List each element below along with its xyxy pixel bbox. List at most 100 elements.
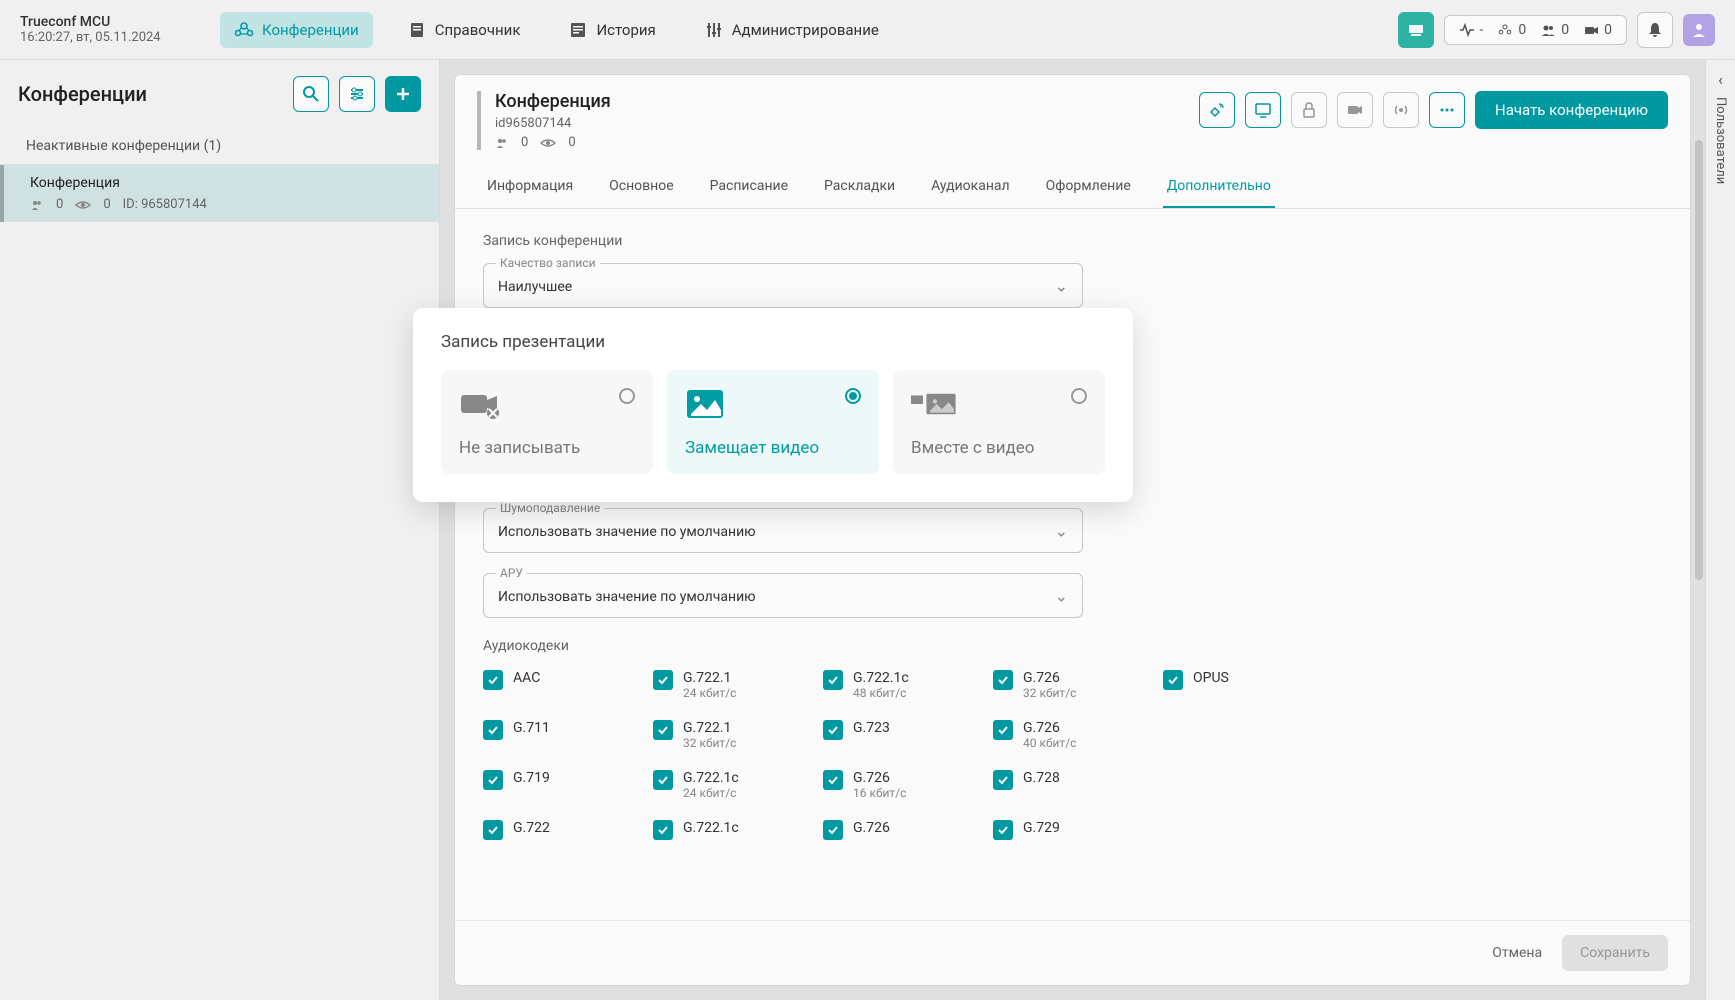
checkbox-icon <box>993 720 1013 740</box>
option-no-record[interactable]: Не записывать <box>441 370 653 474</box>
codec-name: G.726 <box>1023 670 1076 686</box>
codec-item[interactable]: G.729 <box>993 820 1133 840</box>
recording-section-label: Запись конференции <box>483 233 1662 249</box>
codec-name: G.722.1c <box>683 820 739 836</box>
camera-button[interactable] <box>1337 92 1373 128</box>
checkbox-icon <box>823 670 843 690</box>
modal-options: Не записывать Замещает видео Вместе с ви… <box>441 370 1105 474</box>
codec-name: OPUS <box>1193 670 1229 686</box>
checkbox-icon <box>823 820 843 840</box>
codec-item[interactable]: AAC <box>483 670 623 700</box>
codec-grid: AACG.722.124 кбит/сG.722.1c48 кбит/сG.72… <box>483 670 1662 840</box>
tab-info[interactable]: Информация <box>483 166 577 208</box>
presentation-recording-modal: Запись презентации Не записывать Замещае… <box>413 308 1133 502</box>
field-value: Наилучшее <box>498 279 572 295</box>
sidebar-header: Конференции <box>0 60 439 128</box>
broadcast-button[interactable] <box>1383 92 1419 128</box>
panel-tabs: Информация Основное Расписание Раскладки… <box>455 166 1690 209</box>
codec-name: G.722.1 <box>683 670 736 686</box>
checkbox-icon <box>823 770 843 790</box>
nav-directory[interactable]: Справочник <box>393 12 535 48</box>
nav-history-label: История <box>596 21 655 39</box>
option-with-video[interactable]: Вместе с видео <box>893 370 1105 474</box>
modal-title: Запись презентации <box>441 332 1105 352</box>
codec-item[interactable]: G.722.1c24 кбит/с <box>653 770 793 800</box>
stats-group[interactable]: - 0 0 0 <box>1444 15 1628 45</box>
tab-extra[interactable]: Дополнительно <box>1163 166 1275 208</box>
checkbox-icon <box>483 720 503 740</box>
tab-layouts[interactable]: Раскладки <box>820 166 899 208</box>
cancel-button[interactable]: Отмена <box>1492 945 1542 961</box>
history-icon <box>568 20 588 40</box>
sidebar-group-inactive[interactable]: Неактивные конференции (1) <box>0 128 439 165</box>
codec-item[interactable]: G.726 <box>823 820 963 840</box>
camera-off-icon <box>459 388 507 420</box>
lock-button[interactable] <box>1291 92 1327 128</box>
tab-schedule[interactable]: Расписание <box>706 166 792 208</box>
right-rail[interactable]: ‹ Пользователи <box>1705 60 1735 1000</box>
tab-audio[interactable]: Аудиоканал <box>927 166 1014 208</box>
bell-button[interactable] <box>1637 12 1673 48</box>
checkbox-icon <box>993 670 1013 690</box>
filter-button[interactable] <box>339 76 375 112</box>
codec-item[interactable]: G.728 <box>993 770 1133 800</box>
checkbox-icon <box>993 820 1013 840</box>
noise-reduction-select[interactable]: Шумоподавление Использовать значение по … <box>483 508 1083 553</box>
server-status-button[interactable] <box>1398 12 1434 48</box>
checkbox-icon <box>993 770 1013 790</box>
user-avatar[interactable] <box>1683 14 1715 46</box>
panel-footer: Отмена Сохранить <box>455 920 1690 985</box>
image-icon <box>685 388 733 420</box>
codec-bitrate: 16 кбит/с <box>853 786 906 800</box>
recording-quality-select[interactable]: Качество записи Наилучшее ⌄ <box>483 263 1083 308</box>
codec-item[interactable]: G.722 <box>483 820 623 840</box>
codec-item[interactable]: G.72616 кбит/с <box>823 770 963 800</box>
stat-users: 0 <box>1540 22 1569 38</box>
codec-item[interactable]: G.722.132 кбит/с <box>653 720 793 750</box>
radio-icon <box>845 388 861 404</box>
checkbox-icon <box>483 820 503 840</box>
codec-item[interactable]: G.722.1c <box>653 820 793 840</box>
nav-directory-label: Справочник <box>435 21 521 39</box>
codec-item[interactable]: G.722.1c48 кбит/с <box>823 670 963 700</box>
codec-name: G.726 <box>1023 720 1076 736</box>
checkbox-icon <box>653 770 673 790</box>
add-button[interactable] <box>385 76 421 112</box>
codec-bitrate: 32 кбит/с <box>683 736 736 750</box>
display-button[interactable] <box>1245 92 1281 128</box>
conference-icon <box>234 20 254 40</box>
nav-admin[interactable]: Администрирование <box>690 12 893 48</box>
codec-item[interactable]: OPUS <box>1163 670 1303 700</box>
nav-history[interactable]: История <box>554 12 669 48</box>
nav-conferences-label: Конференции <box>262 21 359 39</box>
codec-item[interactable]: G.723 <box>823 720 963 750</box>
codec-item[interactable]: G.711 <box>483 720 623 750</box>
tab-main[interactable]: Основное <box>605 166 678 208</box>
sidebar-conference-item[interactable]: Конференция 0 0 ID: 965807144 <box>0 165 439 222</box>
pip-icon <box>911 388 959 420</box>
radio-icon <box>619 388 635 404</box>
stat-conf: 0 <box>1497 22 1526 38</box>
codec-item[interactable]: G.719 <box>483 770 623 800</box>
codec-name: G.726 <box>853 770 906 786</box>
option-replace-video[interactable]: Замещает видео <box>667 370 879 474</box>
panel-header-left: Конференция id965807144 0 0 <box>477 91 1179 150</box>
codec-item[interactable]: G.72632 кбит/с <box>993 670 1133 700</box>
satellite-button[interactable] <box>1199 92 1235 128</box>
checkbox-icon <box>823 720 843 740</box>
sidebar-item-id: ID: 965807144 <box>123 197 207 212</box>
chevron-down-icon: ⌄ <box>1055 276 1068 295</box>
codec-item[interactable]: G.72640 кбит/с <box>993 720 1133 750</box>
option-label: Вместе с видео <box>911 438 1087 458</box>
tab-design[interactable]: Оформление <box>1042 166 1135 208</box>
search-button[interactable] <box>293 76 329 112</box>
nav-conferences[interactable]: Конференции <box>220 12 373 48</box>
chevron-down-icon: ⌄ <box>1055 521 1068 540</box>
save-button[interactable]: Сохранить <box>1562 935 1668 971</box>
start-conference-button[interactable]: Начать конференцию <box>1475 91 1668 129</box>
codec-item[interactable]: G.722.124 кбит/с <box>653 670 793 700</box>
codec-bitrate: 48 кбит/с <box>853 686 909 700</box>
more-button[interactable] <box>1429 92 1465 128</box>
aru-select[interactable]: АРУ Использовать значение по умолчанию ⌄ <box>483 573 1083 618</box>
checkbox-icon <box>653 670 673 690</box>
